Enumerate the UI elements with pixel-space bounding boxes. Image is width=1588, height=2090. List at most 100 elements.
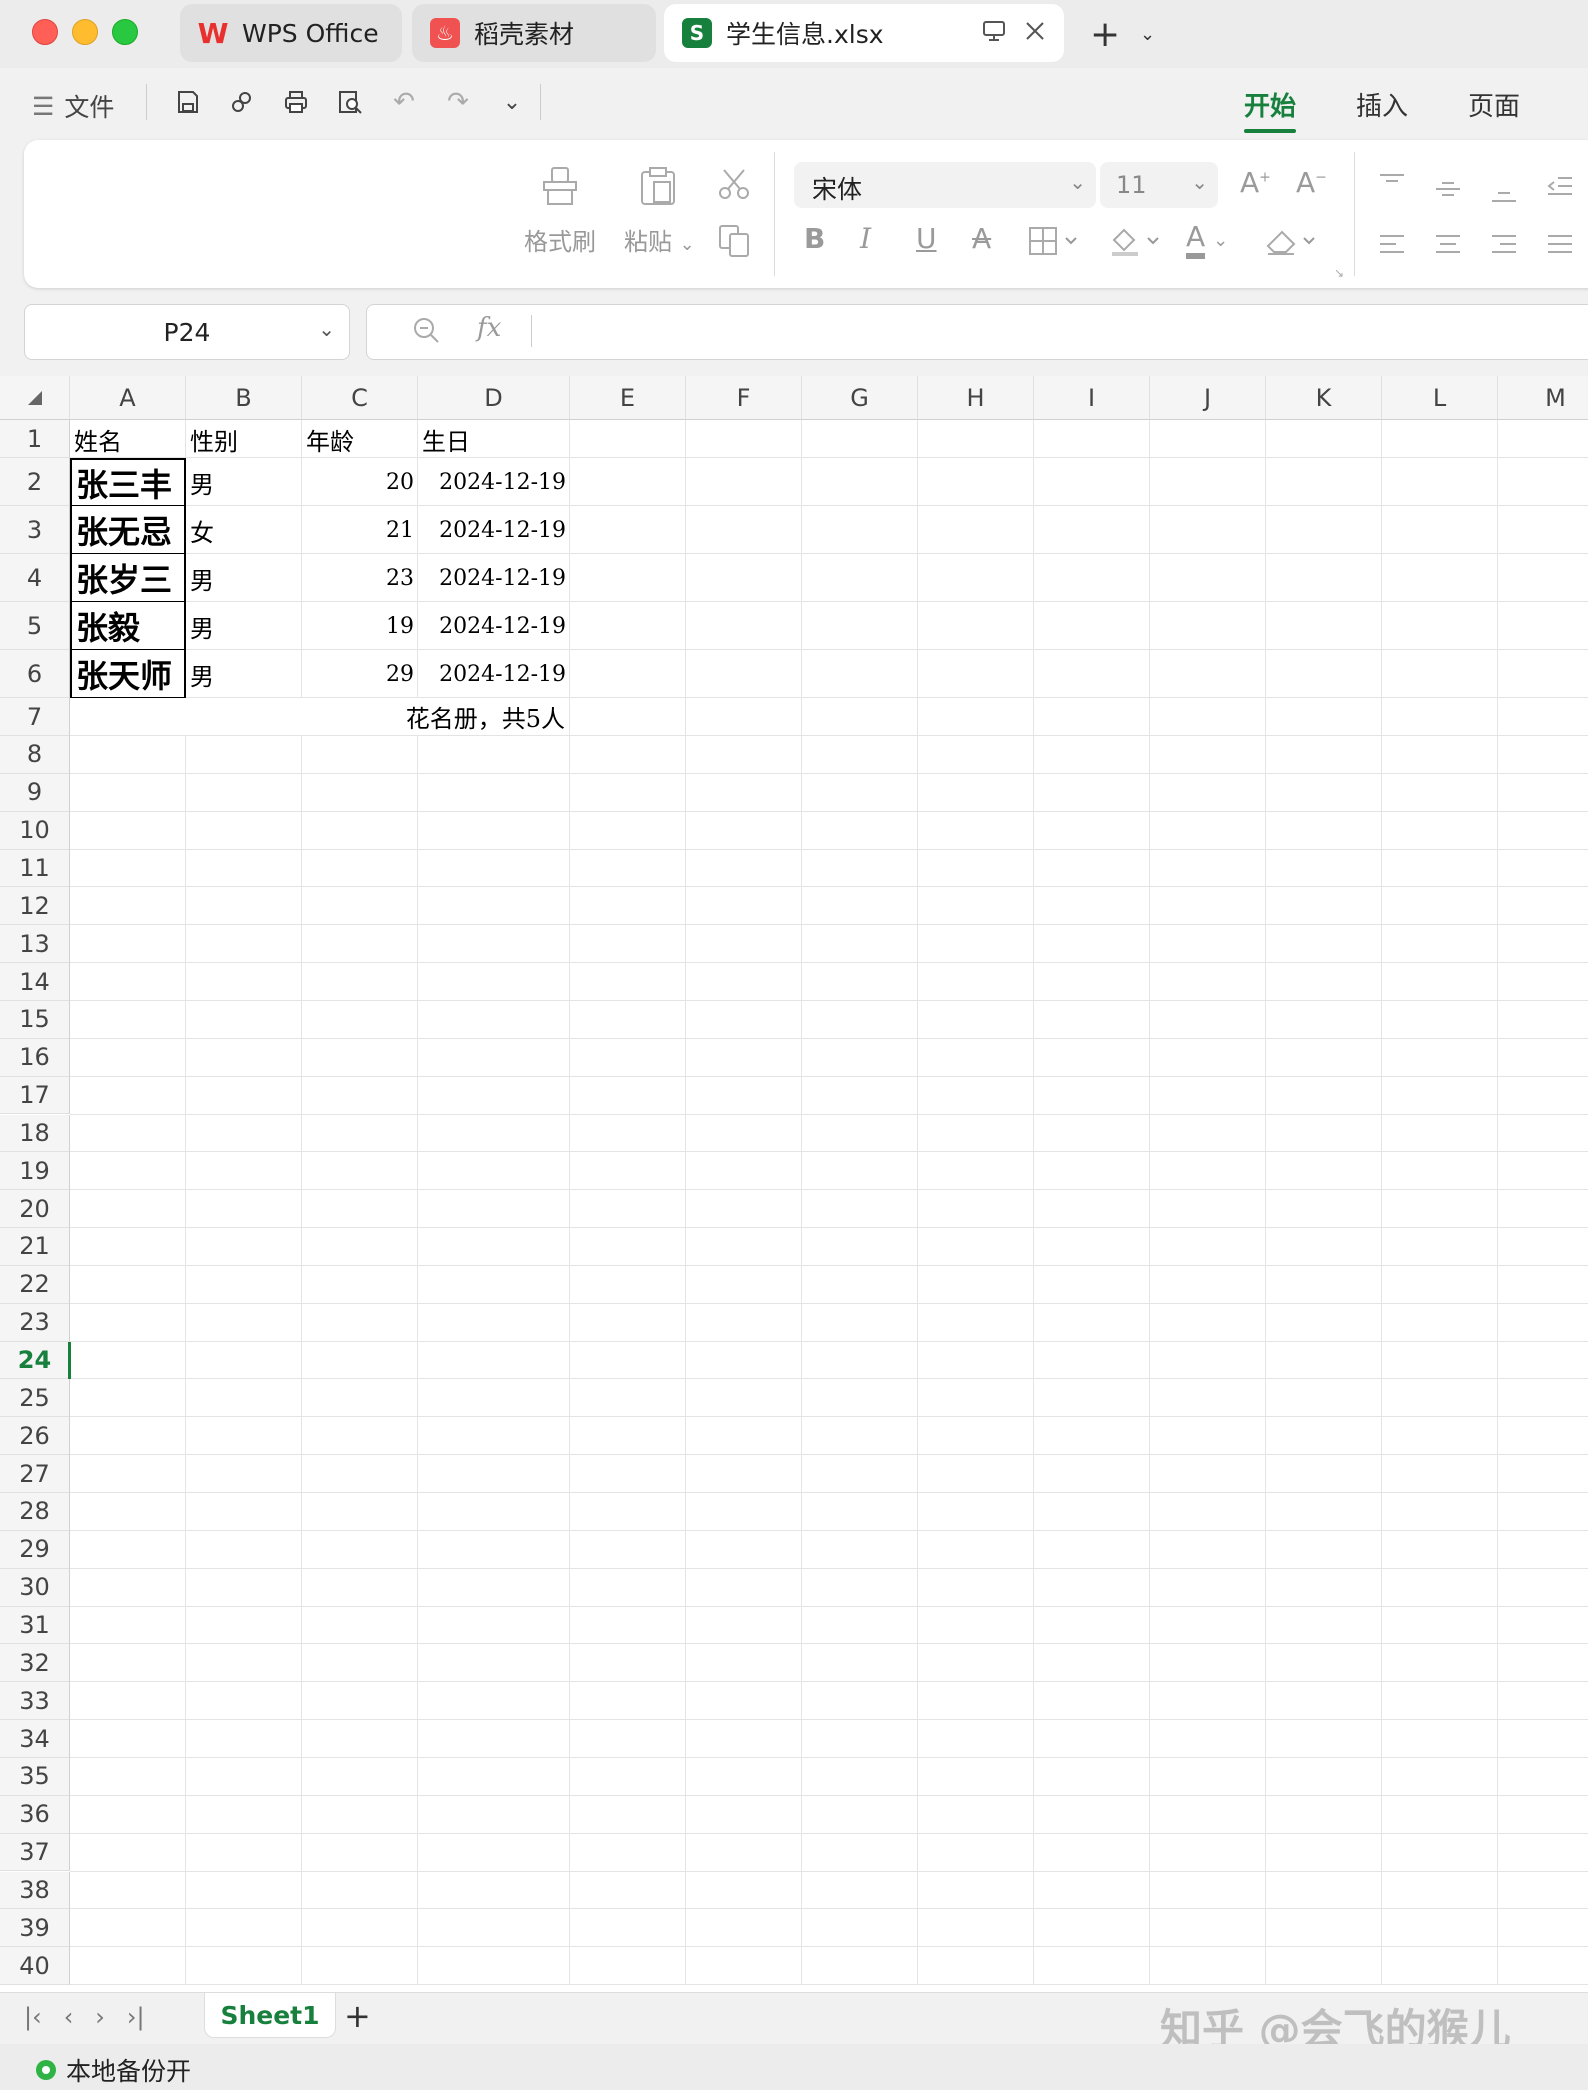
tab-home[interactable]: 开始 (1244, 86, 1297, 133)
name-cell[interactable]: 张无忌 (70, 506, 186, 555)
align-middle-icon[interactable] (1434, 176, 1462, 206)
zoom-search-icon[interactable] (411, 315, 441, 349)
italic-button[interactable]: I (860, 222, 871, 255)
table-cell[interactable]: 男 (186, 554, 302, 602)
sheet-tab-sheet1[interactable]: Sheet1 (204, 1993, 336, 2038)
dialog-launcher-icon[interactable]: ↘ (1334, 266, 1344, 280)
align-right-icon[interactable] (1490, 232, 1518, 263)
font-size-select[interactable]: 11 ⌄ (1100, 162, 1218, 208)
row-header[interactable]: 29 (0, 1530, 70, 1569)
justify-icon[interactable] (1546, 232, 1574, 263)
table-cell[interactable]: 2024-12-19 (418, 458, 570, 506)
share-link-icon[interactable] (226, 86, 258, 118)
column-header[interactable]: L (1382, 376, 1498, 420)
fill-color-bucket-icon[interactable] (1108, 224, 1164, 265)
row-header[interactable]: 28 (0, 1493, 70, 1531)
last-sheet-icon[interactable]: ›| (127, 2003, 145, 2031)
align-top-icon[interactable] (1378, 170, 1406, 200)
row-header[interactable]: 7 (0, 698, 70, 736)
row-header[interactable]: 3 (0, 506, 70, 554)
table-cell[interactable]: 23 (302, 554, 418, 602)
close-window-button[interactable] (32, 19, 58, 45)
name-cell[interactable]: 张天师 (70, 650, 186, 699)
row-header[interactable]: 26 (0, 1417, 70, 1456)
tab-page[interactable]: 页面 (1468, 86, 1520, 123)
next-sheet-icon[interactable]: › (95, 2003, 105, 2031)
save-icon[interactable] (172, 86, 204, 118)
row-header[interactable]: 19 (0, 1152, 70, 1191)
row-header[interactable]: 14 (0, 963, 70, 1001)
row-header[interactable]: 30 (0, 1568, 70, 1607)
column-header[interactable]: I (1034, 376, 1150, 420)
row-header[interactable]: 15 (0, 1000, 70, 1039)
align-left-icon[interactable] (1378, 232, 1406, 263)
column-header[interactable]: C (302, 376, 418, 420)
table-cell[interactable]: 男 (186, 602, 302, 650)
bold-button[interactable]: B (804, 222, 825, 255)
formula-bar[interactable]: fx (366, 304, 1588, 360)
row-header[interactable]: 9 (0, 773, 70, 812)
prev-sheet-icon[interactable]: ‹ (64, 2003, 74, 2031)
increase-font-icon[interactable]: A+ (1240, 166, 1271, 199)
column-header[interactable]: D (418, 376, 570, 420)
strikethrough-button[interactable]: A (972, 222, 991, 255)
column-header[interactable]: K (1266, 376, 1382, 420)
header-cell[interactable]: 姓名 (70, 420, 186, 458)
indent-decrease-icon[interactable] (1546, 174, 1574, 205)
backup-status[interactable]: 本地备份开 (34, 2052, 191, 2088)
align-center-icon[interactable] (1434, 232, 1462, 263)
row-header[interactable]: 6 (0, 650, 70, 698)
column-header[interactable]: E (570, 376, 686, 420)
paste-label[interactable]: 粘贴 ⌄ (624, 222, 695, 257)
table-cell[interactable]: 29 (302, 650, 418, 698)
new-tab-plus-icon[interactable]: + (1090, 14, 1120, 55)
column-header[interactable]: J (1150, 376, 1266, 420)
row-header[interactable]: 34 (0, 1720, 70, 1758)
row-header[interactable]: 24 (0, 1341, 70, 1380)
row-header[interactable]: 12 (0, 887, 70, 926)
row-header[interactable]: 5 (0, 602, 70, 650)
header-cell[interactable]: 年龄 (302, 420, 418, 458)
underline-button[interactable]: U (916, 222, 937, 255)
font-name-select[interactable]: 宋体 ⌄ (794, 162, 1096, 208)
format-painter-label[interactable]: 格式刷 (524, 222, 596, 257)
table-cell[interactable]: 男 (186, 458, 302, 506)
table-cell[interactable]: 2024-12-19 (418, 602, 570, 650)
decrease-font-icon[interactable]: A− (1296, 166, 1327, 199)
name-cell[interactable]: 张岁三 (70, 554, 186, 603)
row-header[interactable]: 36 (0, 1795, 70, 1834)
copy-icon[interactable] (716, 222, 752, 265)
paste-icon[interactable] (636, 164, 680, 215)
zoom-window-button[interactable] (112, 19, 138, 45)
tab-docer[interactable]: ♨ 稻壳素材 (412, 4, 656, 62)
row-header[interactable]: 13 (0, 925, 70, 964)
name-cell[interactable]: 张三丰 (70, 458, 186, 507)
row-header[interactable]: 10 (0, 811, 70, 850)
row-header[interactable]: 8 (0, 736, 70, 774)
file-menu[interactable]: ☰ 文件 (32, 88, 114, 124)
spreadsheet-grid[interactable]: A B C D E F G H I J K L M 1 2 3 4 5 6 7 8 9 10 11 12 13 14 15 16 17 18… (0, 376, 1588, 1992)
row-header[interactable]: 40 (0, 1947, 70, 1986)
header-cell[interactable]: 生日 (418, 420, 570, 458)
column-header[interactable]: F (686, 376, 802, 420)
table-cell[interactable]: 女 (186, 506, 302, 554)
row-header[interactable]: 22 (0, 1265, 70, 1304)
align-bottom-icon[interactable] (1490, 180, 1518, 210)
table-cell[interactable]: 20 (302, 458, 418, 506)
column-header[interactable]: A (70, 376, 186, 420)
table-cell[interactable]: 男 (186, 650, 302, 698)
cut-scissors-icon[interactable] (716, 166, 752, 209)
first-sheet-icon[interactable]: |‹ (24, 2003, 42, 2031)
close-tab-icon[interactable] (1024, 20, 1046, 42)
row-header[interactable]: 11 (0, 849, 70, 888)
name-box[interactable]: P24 ⌄ (24, 304, 350, 360)
row-header[interactable]: 38 (0, 1871, 70, 1910)
borders-icon[interactable] (1028, 226, 1084, 263)
function-fx-icon[interactable]: fx (477, 313, 501, 343)
tab-insert[interactable]: 插入 (1356, 86, 1408, 123)
row-header[interactable]: 35 (0, 1757, 70, 1796)
row-header[interactable]: 16 (0, 1038, 70, 1077)
column-header[interactable]: G (802, 376, 918, 420)
eraser-clear-icon[interactable] (1264, 224, 1320, 265)
print-preview-icon[interactable] (334, 86, 366, 118)
